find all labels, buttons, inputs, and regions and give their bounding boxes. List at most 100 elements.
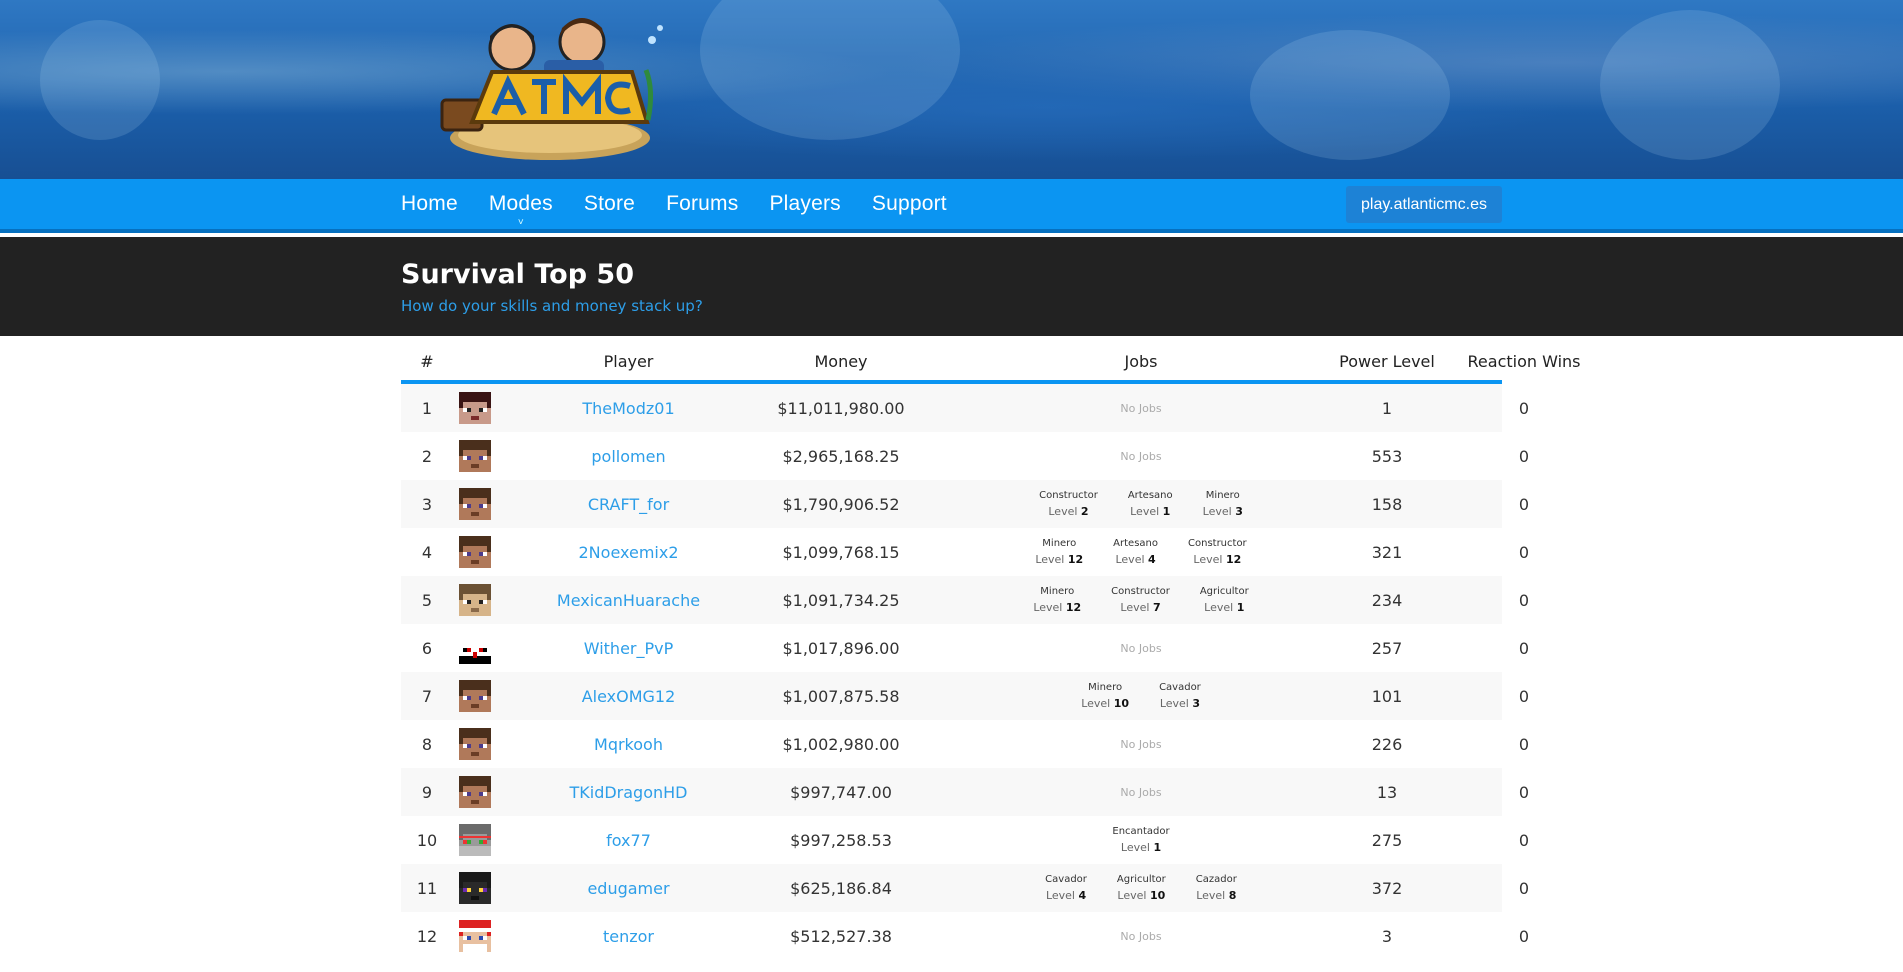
job-level: Level 2 — [1048, 505, 1089, 518]
player-head-icon[interactable] — [459, 440, 491, 472]
money-cell: $11,011,980.00 — [777, 398, 905, 418]
money-cell: $1,091,734.25 — [782, 590, 900, 610]
player-head-icon[interactable] — [459, 632, 491, 664]
rank-cell: 11 — [416, 878, 438, 898]
player-head-icon[interactable] — [459, 584, 491, 616]
job-badge: Artesano Level 4 — [1113, 536, 1158, 568]
money-cell: $625,186.84 — [790, 878, 892, 898]
job-name: Artesano — [1113, 538, 1158, 549]
player-name-link[interactable]: Mqrkooh — [511, 720, 746, 768]
job-badge: Constructor Level 7 — [1111, 584, 1170, 616]
nav-item-support[interactable]: Support — [872, 192, 947, 216]
player-head-icon[interactable] — [459, 392, 491, 424]
player-name-link[interactable]: 2Noexemix2 — [511, 528, 746, 576]
rank-cell: 1 — [421, 398, 433, 418]
job-badge: Minero Level 12 — [1035, 536, 1083, 568]
power-level-cell: 321 — [1371, 542, 1403, 562]
jobs-header: Jobs — [1124, 352, 1158, 371]
player-head-icon[interactable] — [459, 488, 491, 520]
money-cell: $1,099,768.15 — [782, 542, 900, 562]
reaction-wins-cell: 0 — [1518, 734, 1530, 754]
player-name-link[interactable]: TKidDragonHD — [511, 768, 746, 816]
job-name: Minero — [1040, 586, 1075, 597]
job-level: Level 12 — [1033, 601, 1082, 614]
power-level-cell: 372 — [1371, 878, 1403, 898]
no-jobs-label: No Jobs — [1120, 449, 1162, 463]
jobs-cell: No Jobs — [961, 432, 1321, 480]
table-row: 6 Wither_PvP $1,017,896.00 No Jobs 257 0 — [401, 624, 1529, 672]
player-head-icon[interactable] — [459, 824, 491, 856]
job-level: Level 12 — [1193, 553, 1242, 566]
job-badge: Constructor Level 12 — [1188, 536, 1247, 568]
player-name-link[interactable]: edugamer — [511, 864, 746, 912]
jobs-cell: No Jobs — [961, 624, 1321, 672]
main-nav: Home Modes ˅ Store Forums Players Support play… — [0, 179, 1903, 229]
nav-item-modes[interactable]: Modes ˅ — [489, 192, 553, 228]
header-banner — [0, 0, 1903, 179]
server-address-button[interactable]: play.atlanticmc.es — [1346, 186, 1502, 223]
job-badge: Minero Level 3 — [1203, 488, 1243, 520]
table-header: # Player Money Jobs Power Level Reaction… — [401, 342, 1580, 384]
player-head-icon[interactable] — [459, 536, 491, 568]
power-level-cell: 234 — [1371, 590, 1403, 610]
reaction-wins-cell: 0 — [1518, 830, 1530, 850]
job-level: Level 3 — [1202, 505, 1243, 518]
reaction-wins-cell: 0 — [1518, 494, 1530, 514]
jobs-cell: Constructor Level 2 Artesano Level 1 Minero L… — [961, 480, 1321, 528]
reaction-wins-cell: 0 — [1518, 542, 1530, 562]
nav-item-players[interactable]: Players — [769, 192, 840, 216]
player-name-link[interactable]: MexicanHuarache — [511, 576, 746, 624]
player-head-icon[interactable] — [459, 920, 491, 952]
jobs-cell: No Jobs — [961, 384, 1321, 432]
job-level: Level 3 — [1159, 697, 1201, 710]
jobs-cell: No Jobs — [961, 768, 1321, 816]
power-level-cell: 158 — [1371, 494, 1403, 514]
job-name: Cavador — [1045, 874, 1087, 885]
page-subtitle: How do your skills and money stack up? — [401, 297, 703, 315]
table-row: 10 fox77 $997,258.53 Encantador Level 1 275 0 — [401, 816, 1529, 864]
player-head-icon[interactable] — [459, 872, 491, 904]
player-head-icon[interactable] — [459, 728, 491, 760]
money-cell: $512,527.38 — [790, 926, 892, 946]
player-name-link[interactable]: CRAFT_for — [511, 480, 746, 528]
power-level-cell: 13 — [1376, 782, 1398, 802]
job-name: Constructor — [1039, 490, 1098, 501]
no-jobs-label: No Jobs — [1120, 401, 1162, 415]
money-cell: $1,017,896.00 — [782, 638, 900, 658]
player-name-link[interactable]: pollomen — [511, 432, 746, 480]
job-name: Constructor — [1188, 538, 1247, 549]
no-jobs-label: No Jobs — [1120, 785, 1162, 799]
player-name-link[interactable]: tenzor — [511, 912, 746, 960]
money-cell: $1,002,980.00 — [782, 734, 900, 754]
job-name: Minero — [1042, 538, 1077, 549]
atlanticmc-logo-icon[interactable] — [432, 10, 668, 162]
job-level: Level 1 — [1120, 841, 1162, 854]
money-header: Money — [814, 352, 868, 371]
job-level: Level 7 — [1120, 601, 1161, 614]
nav-item-home[interactable]: Home — [401, 192, 458, 216]
power-level-cell: 257 — [1371, 638, 1403, 658]
player-name-link[interactable]: TheModz01 — [511, 384, 746, 432]
power-level-cell: 101 — [1371, 686, 1403, 706]
player-name-link[interactable]: fox77 — [511, 816, 746, 864]
player-head-icon[interactable] — [459, 680, 491, 712]
rank-cell: 2 — [421, 446, 433, 466]
table-row: 11 edugamer $625,186.84 Cavador Level 4 Agric… — [401, 864, 1529, 912]
job-level: Level 1 — [1130, 505, 1171, 518]
job-name: Artesano — [1127, 490, 1173, 501]
player-name-link[interactable]: Wither_PvP — [511, 624, 746, 672]
job-badge: Cavador Level 4 — [1045, 872, 1087, 904]
job-level: Level 1 — [1204, 601, 1245, 614]
reaction-wins-cell: 0 — [1518, 782, 1530, 802]
table-row: 7 AlexOMG12 $1,007,875.58 Minero Level 10 Cav… — [401, 672, 1529, 720]
page-header: Survival Top 50 How do your skills and m… — [0, 237, 1903, 336]
player-head-icon[interactable] — [459, 776, 491, 808]
power-level-cell: 3 — [1381, 926, 1393, 946]
nav-item-store[interactable]: Store — [584, 192, 635, 216]
jobs-cell: Cavador Level 4 Agricultor Level 10 Cazador L… — [961, 864, 1321, 912]
table-row: 5 MexicanHuarache $1,091,734.25 Minero Level… — [401, 576, 1529, 624]
player-name-link[interactable]: AlexOMG12 — [511, 672, 746, 720]
no-jobs-label: No Jobs — [1120, 929, 1162, 943]
money-cell: $1,007,875.58 — [782, 686, 900, 706]
nav-item-forums[interactable]: Forums — [666, 192, 738, 216]
